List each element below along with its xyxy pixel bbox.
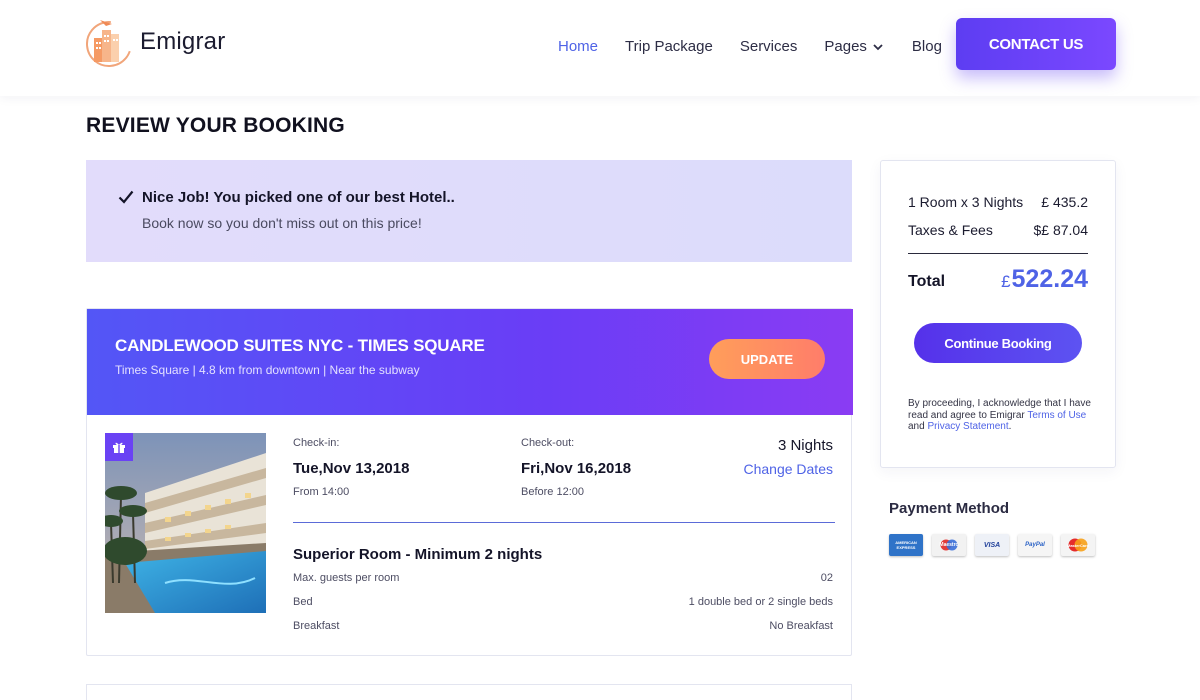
brand-name: Emigrar: [140, 28, 226, 55]
summary-line-label: Taxes & Fees: [908, 222, 993, 238]
brand-logo[interactable]: Emigrar: [86, 14, 225, 70]
nav-item-home[interactable]: Home: [558, 38, 598, 55]
legal-end: .: [1008, 421, 1012, 432]
checkout-label: Check-out:: [521, 437, 575, 449]
mastercard-label: MasterCard: [1066, 542, 1089, 548]
summary-line-value: $£ 87.04: [1033, 222, 1089, 238]
notice-subtitle: Book now so you don't miss out on this p…: [142, 215, 422, 231]
summary-line-room: 1 Room x 3 Nights £ 435.2: [908, 194, 1088, 210]
room-title: Superior Room - Minimum 2 nights: [293, 546, 543, 563]
maestro-icon: Maestro: [932, 534, 966, 556]
next-section-card: [86, 684, 852, 700]
legal-notice: By proceeding, I acknowledge that I have…: [908, 398, 1098, 433]
room-detail-value: 02: [820, 572, 833, 584]
hotel-photo: [105, 433, 266, 613]
paypal-icon: PayPal: [1018, 534, 1052, 556]
nav-item-trip-package[interactable]: Trip Package: [625, 38, 713, 55]
total-label: Total: [908, 273, 946, 290]
checkout-date: Fri,Nov 16,2018: [521, 460, 632, 477]
amex-icon: AMERICAN EXPRESS: [889, 534, 923, 556]
summary-line-value: £ 435.2: [1041, 194, 1088, 210]
nav-item-pages[interactable]: Pages: [824, 38, 883, 55]
page-title: REVIEW YOUR BOOKING: [86, 114, 345, 137]
paypal-label: PayPal: [1025, 542, 1045, 548]
room-detail-value: 1 double bed or 2 single beds: [688, 596, 833, 608]
notice-title: Nice Job! You picked one of our best Hot…: [142, 189, 455, 206]
room-detail-label: Breakfast: [293, 620, 340, 632]
summary-line-label: 1 Room x 3 Nights: [908, 194, 1024, 210]
visa-icon: VISA: [975, 534, 1009, 556]
room-detail-value: No Breakfast: [769, 620, 833, 632]
nav-item-services[interactable]: Services: [740, 38, 798, 55]
contact-us-button[interactable]: CONTACT US: [956, 18, 1116, 70]
checkmark-icon: [118, 190, 134, 204]
legal-and: and: [908, 421, 925, 432]
payment-cards: AMERICAN EXPRESS Maestro VISA PayPal Mas…: [889, 534, 1104, 556]
nights-count: 3 Nights: [777, 437, 833, 454]
checkin-date: Tue,Nov 13,2018: [293, 460, 410, 477]
visa-label: VISA: [983, 541, 1001, 549]
update-button[interactable]: UPDATE: [709, 339, 825, 379]
chevron-down-icon: [873, 43, 883, 50]
summary-line-taxes: Taxes & Fees $£ 87.04: [908, 222, 1088, 238]
hotel-banner: CANDLEWOOD SUITES NYC - TIMES SQUARE Tim…: [87, 309, 853, 415]
hotel-name: CANDLEWOOD SUITES NYC - TIMES SQUARE: [115, 336, 485, 355]
room-detail-label: Bed: [293, 596, 313, 608]
continue-booking-button[interactable]: Continue Booking: [914, 323, 1082, 363]
room-detail-label: Max. guests per room: [293, 572, 400, 584]
gift-badge: [105, 433, 133, 461]
price-summary: 1 Room x 3 Nights £ 435.2 Taxes & Fees $…: [880, 160, 1116, 468]
change-dates-link[interactable]: Change Dates: [743, 461, 833, 477]
amex-label: AMERICAN EXPRESS: [895, 540, 917, 550]
mastercard-icon: MasterCard: [1061, 534, 1095, 556]
success-notice: Nice Job! You picked one of our best Hot…: [86, 160, 852, 262]
gift-icon: [113, 442, 125, 453]
site-header: Emigrar Home Trip Package Services Pages…: [0, 0, 1200, 96]
checkout-time: Before 12:00: [521, 486, 584, 498]
divider: [293, 522, 835, 523]
total-amount: 522.24: [1011, 265, 1088, 293]
hotel-booking-card: CANDLEWOOD SUITES NYC - TIMES SQUARE Tim…: [86, 308, 853, 656]
logo-icon: [86, 14, 132, 70]
currency-symbol: £: [1001, 272, 1011, 291]
divider: [908, 253, 1088, 254]
main-nav: Home Trip Package Services Pages Blog: [558, 38, 942, 55]
nav-item-pages-label: Pages: [824, 38, 867, 55]
payment-method-title: Payment Method: [889, 500, 1010, 517]
terms-of-use-link[interactable]: Terms of Use: [1027, 410, 1086, 421]
nav-item-blog[interactable]: Blog: [912, 38, 942, 55]
checkin-label: Check-in:: [293, 437, 340, 449]
total-price: £522.24: [1001, 265, 1088, 294]
checkin-time: From 14:00: [293, 486, 350, 498]
privacy-statement-link[interactable]: Privacy Statement: [927, 421, 1008, 432]
maestro-label: Maestro: [939, 542, 959, 548]
hotel-location: Times Square | 4.8 km from downtown | Ne…: [115, 363, 420, 377]
